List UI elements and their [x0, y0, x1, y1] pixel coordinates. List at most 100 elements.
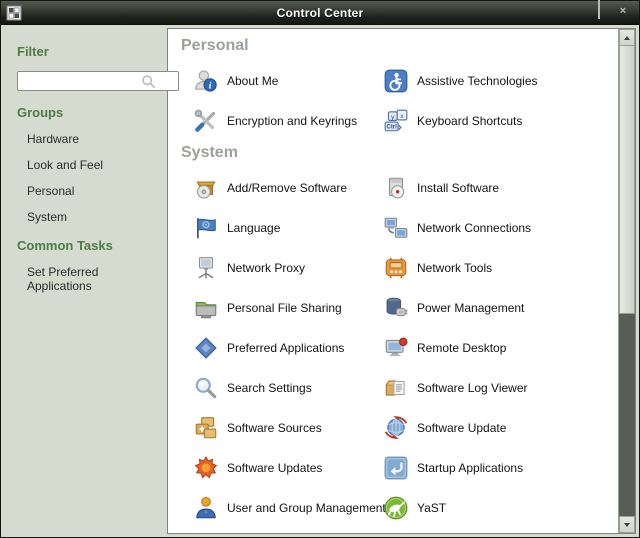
install-software-icon — [383, 175, 409, 201]
software-sources-icon — [193, 415, 219, 441]
sidebar-heading-common-tasks: Common Tasks — [17, 238, 113, 253]
sidebar-item-hardware[interactable]: Hardware — [27, 132, 155, 146]
add-remove-software-icon — [193, 175, 219, 201]
launcher-label: Keyboard Shortcuts — [417, 114, 523, 128]
control-center-grid-icon — [6, 5, 22, 21]
launcher-label: Network Tools — [417, 261, 493, 275]
launcher-label: Software Sources — [227, 421, 322, 435]
scroll-up-button[interactable] — [619, 29, 635, 46]
launcher-assistive-technologies[interactable]: Assistive Technologies — [383, 68, 614, 94]
launcher-label: Network Connections — [417, 221, 532, 235]
launcher-label: Search Settings — [227, 381, 312, 395]
launcher-label: Network Proxy — [227, 261, 306, 275]
section-title-system: System — [181, 144, 238, 161]
sidebar: Filter Groups Hardware Look and Feel Person… — [4, 28, 179, 534]
sidebar-item-look-and-feel[interactable]: Look and Feel — [27, 158, 155, 172]
magnifier-icon — [141, 74, 156, 89]
assistive-technologies-icon — [383, 68, 409, 94]
launcher-network-proxy[interactable]: Network Proxy — [193, 255, 383, 281]
launcher-label: About Me — [227, 74, 279, 88]
titlebar[interactable]: Control Center × — [1, 0, 639, 25]
sidebar-item-set-preferred-applications[interactable]: Set Preferred Applications — [27, 265, 155, 293]
launcher-grid-personal: i About Me Assistive Technologies Encryptio… — [181, 61, 614, 141]
remote-desktop-icon — [383, 335, 409, 361]
personal-file-sharing-icon — [193, 295, 219, 321]
launcher-search-settings[interactable]: Search Settings — [193, 375, 383, 401]
about-me-icon: i — [193, 68, 219, 94]
launcher-label: Software Log Viewer — [417, 381, 528, 395]
launcher-install-software[interactable]: Install Software — [383, 175, 614, 201]
launcher-label: Power Management — [417, 301, 525, 315]
sidebar-item-system[interactable]: System — [27, 210, 155, 224]
launcher-software-sources[interactable]: Software Sources — [193, 415, 383, 441]
software-log-viewer-icon — [383, 375, 409, 401]
scroll-down-button[interactable] — [619, 516, 635, 533]
startup-applications-icon — [383, 455, 409, 481]
language-icon — [193, 215, 219, 241]
svg-text:Ctrl: Ctrl — [387, 125, 398, 131]
main-panel: Personal i About Me Assistive Technologies E… — [168, 29, 618, 533]
sidebar-heading-groups: Groups — [17, 105, 64, 120]
launcher-label: User and Group Management — [227, 501, 386, 515]
arrow-up-icon — [624, 35, 630, 40]
preferred-applications-icon — [193, 335, 219, 361]
launcher-grid-system: Add/Remove Software Install Software Langu… — [181, 168, 614, 528]
launcher-personal-file-sharing[interactable]: Personal File Sharing — [193, 295, 383, 321]
launcher-language[interactable]: Language — [193, 215, 383, 241]
window-title: Control Center — [276, 5, 364, 20]
launcher-about-me[interactable]: i About Me — [193, 68, 383, 94]
launcher-label: Add/Remove Software — [227, 181, 348, 195]
launcher-software-log-viewer[interactable]: Software Log Viewer — [383, 375, 614, 401]
yast-icon — [383, 495, 409, 521]
window-controls: × — [569, 0, 639, 19]
network-tools-icon — [383, 255, 409, 281]
filter-label: Filter — [17, 44, 49, 59]
section-title-personal: Personal — [181, 37, 249, 54]
user-group-management-icon — [193, 495, 219, 521]
launcher-label: YaST — [417, 501, 447, 515]
launcher-encryption-and-keyrings[interactable]: Encryption and Keyrings — [193, 108, 383, 134]
launcher-label: Personal File Sharing — [227, 301, 342, 315]
content-frame: Personal i About Me Assistive Technologies E… — [167, 28, 636, 534]
arrow-down-icon — [624, 522, 630, 527]
launcher-network-tools[interactable]: Network Tools — [383, 255, 614, 281]
launcher-power-management[interactable]: Power Management — [383, 295, 614, 321]
launcher-label: Software Updates — [227, 461, 323, 475]
launcher-label: Startup Applications — [417, 461, 524, 475]
scrollbar-track[interactable] — [619, 46, 635, 516]
launcher-keyboard-shortcuts[interactable]: x y Ctrl Keyboard Shortcuts — [383, 108, 614, 134]
close-icon: × — [619, 4, 627, 17]
vertical-scrollbar[interactable] — [618, 29, 635, 533]
close-button[interactable]: × — [617, 5, 629, 19]
launcher-network-connections[interactable]: Network Connections — [383, 215, 614, 241]
network-proxy-icon — [193, 255, 219, 281]
launcher-remote-desktop[interactable]: Remote Desktop — [383, 335, 614, 361]
launcher-label: Remote Desktop — [417, 341, 507, 355]
launcher-label: Encryption and Keyrings — [227, 114, 358, 128]
software-updates-icon — [193, 455, 219, 481]
filter-search-box — [17, 71, 179, 91]
software-update-icon — [383, 415, 409, 441]
scrollbar-thumb[interactable] — [619, 46, 635, 314]
minimize-button[interactable] — [569, 7, 581, 19]
launcher-label: Assistive Technologies — [417, 74, 538, 88]
launcher-add-remove-software[interactable]: Add/Remove Software — [193, 175, 383, 201]
launcher-label: Language — [227, 221, 281, 235]
maximize-button[interactable] — [593, 0, 605, 19]
launcher-startup-applications[interactable]: Startup Applications — [383, 455, 614, 481]
keyboard-shortcuts-icon: x y Ctrl — [383, 108, 409, 134]
window-body: Filter Groups Hardware Look and Feel Person… — [1, 25, 639, 537]
launcher-yast[interactable]: YaST — [383, 495, 614, 521]
launcher-label: Preferred Applications — [227, 341, 345, 355]
launcher-software-update[interactable]: Software Update — [383, 415, 614, 441]
search-settings-icon — [193, 375, 219, 401]
launcher-label: Software Update — [417, 421, 507, 435]
maximize-icon — [598, 0, 600, 19]
svg-text:i: i — [209, 81, 212, 92]
launcher-preferred-applications[interactable]: Preferred Applications — [193, 335, 383, 361]
launcher-user-and-group-management[interactable]: User and Group Management — [193, 495, 386, 521]
launcher-software-updates[interactable]: Software Updates — [193, 455, 383, 481]
power-management-icon — [383, 295, 409, 321]
scrollbar-trough[interactable] — [619, 313, 635, 516]
sidebar-item-personal[interactable]: Personal — [27, 184, 155, 198]
